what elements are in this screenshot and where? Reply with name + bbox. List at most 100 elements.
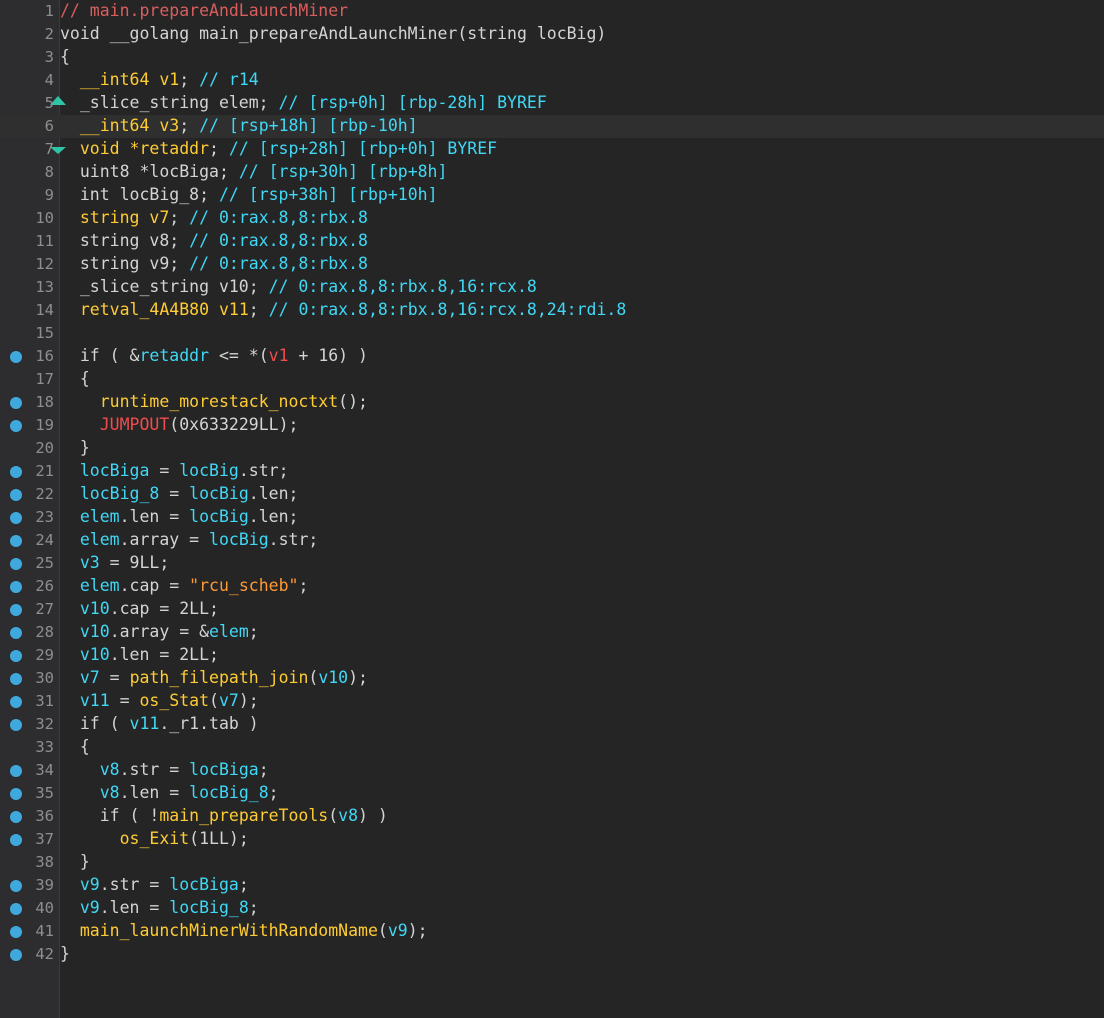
breakpoint-marker-icon[interactable]: [10, 558, 22, 570]
code-line[interactable]: 38 }: [0, 851, 1104, 874]
code-text[interactable]: locBig_8 = locBig.len;: [60, 484, 299, 504]
code-line[interactable]: 16 if ( &retaddr <= *(v1 + 16) ): [0, 345, 1104, 368]
code-text[interactable]: _slice_string elem; // [rsp+0h] [rbp-28h…: [60, 93, 547, 113]
code-line[interactable]: 17 {: [0, 368, 1104, 391]
pseudocode-view[interactable]: 1 // main.prepareAndLaunchMiner 2 void __go…: [0, 0, 1104, 1018]
code-text[interactable]: JUMPOUT(0x633229LL);: [60, 415, 299, 435]
code-line[interactable]: 15: [0, 322, 1104, 345]
code-text[interactable]: if ( !main_prepareTools(v8) ): [60, 806, 388, 826]
code-line[interactable]: 35 v8.len = locBig_8;: [0, 782, 1104, 805]
code-line[interactable]: 12 string v9; // 0:rax.8,8:rbx.8: [0, 253, 1104, 276]
breakpoint-marker-icon[interactable]: [10, 926, 22, 938]
code-line[interactable]: 30 v7 = path_filepath_join(v10);: [0, 667, 1104, 690]
code-line[interactable]: 18 runtime_morestack_noctxt();: [0, 391, 1104, 414]
code-line[interactable]: 6 __int64 v3; // [rsp+18h] [rbp-10h]: [0, 115, 1104, 138]
code-line[interactable]: 27 v10.cap = 2LL;: [0, 598, 1104, 621]
code-line[interactable]: 2 void __golang main_prepareAndLaunchMine…: [0, 23, 1104, 46]
code-text[interactable]: }: [60, 438, 90, 458]
code-text[interactable]: v7 = path_filepath_join(v10);: [60, 668, 368, 688]
breakpoint-marker-icon[interactable]: [10, 673, 22, 685]
code-line[interactable]: 24 elem.array = locBig.str;: [0, 529, 1104, 552]
code-line[interactable]: 1 // main.prepareAndLaunchMiner: [0, 0, 1104, 23]
code-text[interactable]: v9.len = locBig_8;: [60, 898, 259, 918]
code-line[interactable]: 34 v8.str = locBiga;: [0, 759, 1104, 782]
breakpoint-marker-icon[interactable]: [10, 581, 22, 593]
code-line[interactable]: 5 _slice_string elem; // [rsp+0h] [rbp-2…: [0, 92, 1104, 115]
code-text[interactable]: v3 = 9LL;: [60, 553, 169, 573]
code-line[interactable]: 39 v9.str = locBiga;: [0, 874, 1104, 897]
code-line[interactable]: 9 int locBig_8; // [rsp+38h] [rbp+10h]: [0, 184, 1104, 207]
breakpoint-marker-icon[interactable]: [10, 351, 22, 363]
code-text[interactable]: }: [60, 852, 90, 872]
code-line[interactable]: 20 }: [0, 437, 1104, 460]
breakpoint-marker-icon[interactable]: [10, 834, 22, 846]
code-line[interactable]: 22 locBig_8 = locBig.len;: [0, 483, 1104, 506]
code-text[interactable]: os_Exit(1LL);: [60, 829, 249, 849]
code-line[interactable]: 10 string v7; // 0:rax.8,8:rbx.8: [0, 207, 1104, 230]
code-text[interactable]: elem.array = locBig.str;: [60, 530, 318, 550]
code-text[interactable]: _slice_string v10; // 0:rax.8,8:rbx.8,16…: [60, 277, 537, 297]
code-line[interactable]: 29 v10.len = 2LL;: [0, 644, 1104, 667]
breakpoint-marker-icon[interactable]: [10, 489, 22, 501]
code-text[interactable]: v8.str = locBiga;: [60, 760, 269, 780]
code-text[interactable]: elem.len = locBig.len;: [60, 507, 299, 527]
code-text[interactable]: string v7; // 0:rax.8,8:rbx.8: [60, 208, 368, 228]
code-text[interactable]: }: [60, 944, 70, 964]
breakpoint-marker-icon[interactable]: [10, 788, 22, 800]
breakpoint-marker-icon[interactable]: [10, 535, 22, 547]
code-text[interactable]: if ( v11._r1.tab ): [60, 714, 259, 734]
code-text[interactable]: runtime_morestack_noctxt();: [60, 392, 368, 412]
code-text[interactable]: {: [60, 369, 90, 389]
code-text[interactable]: v11 = os_Stat(v7);: [60, 691, 259, 711]
code-line[interactable]: 8 uint8 *locBiga; // [rsp+30h] [rbp+8h]: [0, 161, 1104, 184]
code-text[interactable]: string v9; // 0:rax.8,8:rbx.8: [60, 254, 368, 274]
code-line[interactable]: 28 v10.array = &elem;: [0, 621, 1104, 644]
code-text[interactable]: v9.str = locBiga;: [60, 875, 249, 895]
breakpoint-marker-icon[interactable]: [10, 604, 22, 616]
code-line[interactable]: 7 void *retaddr; // [rsp+28h] [rbp+0h] B…: [0, 138, 1104, 161]
breakpoint-marker-icon[interactable]: [10, 949, 22, 961]
code-line[interactable]: 3{: [0, 46, 1104, 69]
code-text[interactable]: void __golang main_prepareAndLaunchMiner…: [60, 24, 606, 44]
code-text[interactable]: v10.array = &elem;: [60, 622, 259, 642]
code-text[interactable]: uint8 *locBiga; // [rsp+30h] [rbp+8h]: [60, 162, 448, 182]
code-line[interactable]: 14 retval_4A4B80 v11; // 0:rax.8,8:rbx.8…: [0, 299, 1104, 322]
code-line[interactable]: 26 elem.cap = "rcu_scheb";: [0, 575, 1104, 598]
code-line[interactable]: 21 locBiga = locBig.str;: [0, 460, 1104, 483]
breakpoint-marker-icon[interactable]: [10, 512, 22, 524]
breakpoint-marker-icon[interactable]: [10, 719, 22, 731]
code-line[interactable]: 4 __int64 v1; // r14: [0, 69, 1104, 92]
breakpoint-marker-icon[interactable]: [10, 420, 22, 432]
code-text[interactable]: locBiga = locBig.str;: [60, 461, 289, 481]
code-line[interactable]: 13 _slice_string v10; // 0:rax.8,8:rbx.8…: [0, 276, 1104, 299]
breakpoint-marker-icon[interactable]: [10, 903, 22, 915]
code-line[interactable]: 23 elem.len = locBig.len;: [0, 506, 1104, 529]
code-text[interactable]: {: [60, 47, 70, 67]
code-line[interactable]: 40 v9.len = locBig_8;: [0, 897, 1104, 920]
code-line[interactable]: 19 JUMPOUT(0x633229LL);: [0, 414, 1104, 437]
code-text[interactable]: void *retaddr; // [rsp+28h] [rbp+0h] BYR…: [60, 139, 497, 159]
breakpoint-marker-icon[interactable]: [10, 466, 22, 478]
code-text[interactable]: retval_4A4B80 v11; // 0:rax.8,8:rbx.8,16…: [60, 300, 626, 320]
code-text[interactable]: v10.len = 2LL;: [60, 645, 219, 665]
code-line[interactable]: 33 {: [0, 736, 1104, 759]
breakpoint-marker-icon[interactable]: [10, 627, 22, 639]
code-line[interactable]: 36 if ( !main_prepareTools(v8) ): [0, 805, 1104, 828]
code-line[interactable]: 42}: [0, 943, 1104, 966]
code-text[interactable]: v10.cap = 2LL;: [60, 599, 219, 619]
code-line[interactable]: 31 v11 = os_Stat(v7);: [0, 690, 1104, 713]
code-text[interactable]: elem.cap = "rcu_scheb";: [60, 576, 309, 596]
code-line[interactable]: 11 string v8; // 0:rax.8,8:rbx.8: [0, 230, 1104, 253]
code-text[interactable]: if ( &retaddr <= *(v1 + 16) ): [60, 346, 368, 366]
breakpoint-marker-icon[interactable]: [10, 696, 22, 708]
code-line[interactable]: 32 if ( v11._r1.tab ): [0, 713, 1104, 736]
code-line[interactable]: 25 v3 = 9LL;: [0, 552, 1104, 575]
code-line[interactable]: 41 main_launchMinerWithRandomName(v9);: [0, 920, 1104, 943]
code-text[interactable]: main_launchMinerWithRandomName(v9);: [60, 921, 428, 941]
code-text[interactable]: // main.prepareAndLaunchMiner: [60, 1, 348, 21]
breakpoint-marker-icon[interactable]: [10, 880, 22, 892]
breakpoint-marker-icon[interactable]: [10, 397, 22, 409]
code-text[interactable]: __int64 v1; // r14: [60, 70, 259, 90]
breakpoint-marker-icon[interactable]: [10, 765, 22, 777]
code-line[interactable]: 37 os_Exit(1LL);: [0, 828, 1104, 851]
